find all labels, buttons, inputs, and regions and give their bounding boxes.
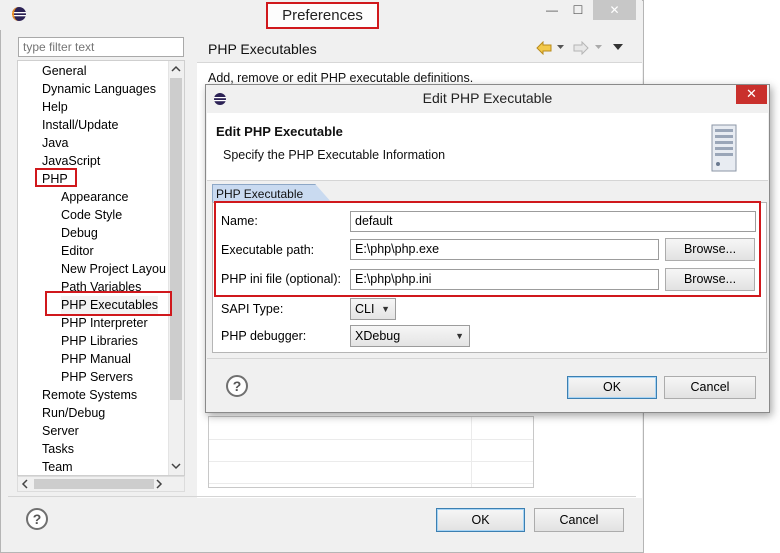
dialog-close-button[interactable]: ✕ <box>736 85 767 104</box>
ok-button[interactable]: OK <box>436 508 525 532</box>
tree-item-new-project-layout[interactable]: New Project Layou <box>61 260 166 278</box>
preference-tree: General Dynamic Languages Help Install/U… <box>17 60 185 476</box>
tree-horizontal-scroll-thumb[interactable] <box>34 479 154 489</box>
tree-vertical-scroll-thumb[interactable] <box>170 78 182 400</box>
server-icon <box>711 124 737 172</box>
tree-item-team[interactable]: Team <box>42 458 73 475</box>
eclipse-icon <box>12 7 26 21</box>
sapi-type-select[interactable]: CLI ▼ <box>350 298 396 320</box>
close-button[interactable]: ✕ <box>593 0 636 20</box>
dialog-header-title: Edit PHP Executable <box>216 124 343 139</box>
dialog-title: Edit PHP Executable <box>422 90 553 106</box>
tree-item-java[interactable]: Java <box>42 134 68 152</box>
executables-table[interactable] <box>208 416 534 488</box>
tree-item-help[interactable]: Help <box>42 98 68 116</box>
maximize-button[interactable]: ☐ <box>566 0 590 20</box>
tree-item-tasks[interactable]: Tasks <box>42 440 74 458</box>
tree-item-install-update[interactable]: Install/Update <box>42 116 118 134</box>
fields-highlight-box <box>214 201 761 297</box>
php-debugger-label: PHP debugger: <box>221 329 307 343</box>
dialog-cancel-button[interactable]: Cancel <box>664 376 756 399</box>
dialog-header-description: Specify the PHP Executable Information <box>223 148 446 162</box>
tree-item-server[interactable]: Server <box>42 422 79 440</box>
php-debugger-value: XDebug <box>355 329 401 343</box>
tree-item-run-debug[interactable]: Run/Debug <box>42 404 105 422</box>
chevron-down-icon: ▼ <box>455 331 464 341</box>
dialog-ok-button[interactable]: OK <box>567 376 657 399</box>
window-title: Preferences <box>266 2 379 29</box>
chevron-down-icon: ▼ <box>381 304 390 314</box>
php-executables-highlight-box <box>45 291 172 316</box>
dialog-help-icon[interactable]: ? <box>226 375 248 397</box>
tree-item-php-interpreter[interactable]: PHP Interpreter <box>61 314 148 332</box>
cancel-button[interactable]: Cancel <box>534 508 624 532</box>
back-icon[interactable] <box>536 41 552 55</box>
tree-item-dynamic-languages[interactable]: Dynamic Languages <box>42 80 156 98</box>
sapi-type-label: SAPI Type: <box>221 302 284 316</box>
filter-input[interactable] <box>18 37 184 57</box>
scroll-down-icon[interactable] <box>171 462 181 470</box>
scroll-left-icon[interactable] <box>21 479 29 489</box>
page-description: Add, remove or edit PHP executable defin… <box>208 71 474 85</box>
help-icon[interactable]: ? <box>26 508 48 530</box>
tree-item-appearance[interactable]: Appearance <box>61 188 128 206</box>
tree-item-php-manual[interactable]: PHP Manual <box>61 350 131 368</box>
sapi-type-value: CLI <box>355 302 375 316</box>
tree-item-editor[interactable]: Editor <box>61 242 94 260</box>
tree-item-remote-systems[interactable]: Remote Systems <box>42 386 137 404</box>
tree-item-general[interactable]: General <box>42 62 86 80</box>
tree-item-php-libraries[interactable]: PHP Libraries <box>61 332 138 350</box>
back-menu-icon[interactable] <box>556 44 565 51</box>
minimize-button[interactable]: — <box>541 0 563 20</box>
php-debugger-select[interactable]: XDebug ▼ <box>350 325 470 347</box>
dialog-footer-separator <box>207 358 768 359</box>
tree-item-code-style[interactable]: Code Style <box>61 206 122 224</box>
scroll-right-icon[interactable] <box>155 479 163 489</box>
tree-item-php-servers[interactable]: PHP Servers <box>61 368 133 386</box>
forward-icon[interactable] <box>573 41 589 55</box>
footer-separator <box>8 496 636 497</box>
scroll-up-icon[interactable] <box>171 65 181 73</box>
php-highlight-box <box>35 168 77 187</box>
view-menu-icon[interactable] <box>612 43 624 51</box>
tree-item-debug[interactable]: Debug <box>61 224 98 242</box>
forward-menu-icon[interactable] <box>594 44 603 51</box>
page-title: PHP Executables <box>208 41 317 57</box>
